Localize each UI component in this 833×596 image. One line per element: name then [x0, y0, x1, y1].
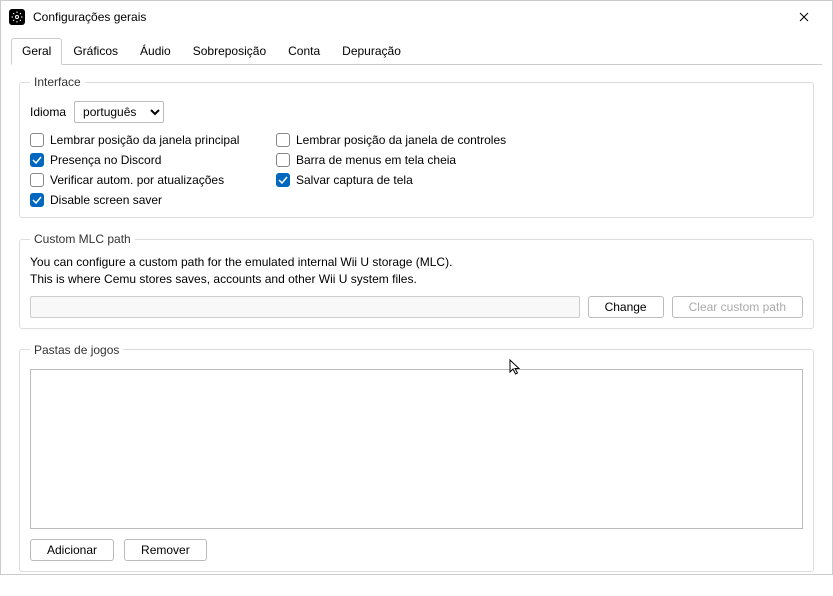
tab-2[interactable]: Áudio — [129, 38, 182, 65]
checkbox-item-6[interactable]: Disable screen saver — [30, 193, 270, 207]
checkbox-label: Presença no Discord — [50, 153, 161, 167]
tabs: GeralGráficosÁudioSobreposiçãoContaDepur… — [1, 38, 832, 65]
checkbox-icon — [276, 173, 290, 187]
tab-4[interactable]: Conta — [277, 38, 331, 65]
add-button[interactable]: Adicionar — [30, 539, 114, 561]
remove-button[interactable]: Remover — [124, 539, 207, 561]
mlc-desc-2: This is where Cemu stores saves, account… — [30, 271, 803, 288]
tab-1[interactable]: Gráficos — [62, 38, 129, 65]
change-button[interactable]: Change — [588, 296, 664, 318]
checkbox-label: Salvar captura de tela — [296, 173, 413, 187]
mlc-desc-1: You can configure a custom path for the … — [30, 254, 803, 271]
checkbox-grid: Lembrar posição da janela principal Lembr… — [30, 133, 803, 207]
checkbox-label: Disable screen saver — [50, 193, 162, 207]
checkbox-icon — [30, 133, 44, 147]
app-icon — [9, 9, 25, 25]
interface-legend: Interface — [30, 75, 85, 89]
checkbox-item-3[interactable]: Barra de menus em tela cheia — [276, 153, 803, 167]
close-button[interactable] — [784, 3, 824, 31]
mlc-legend: Custom MLC path — [30, 232, 135, 246]
interface-group: Interface Idioma português Lembrar posiç… — [19, 75, 814, 218]
checkbox-label: Verificar autom. por atualizações — [50, 173, 224, 187]
tab-5[interactable]: Depuração — [331, 38, 412, 65]
tab-0[interactable]: Geral — [11, 38, 62, 65]
checkbox-icon — [30, 193, 44, 207]
tab-3[interactable]: Sobreposição — [182, 38, 277, 65]
language-select[interactable]: português — [74, 101, 164, 123]
close-icon — [799, 12, 809, 22]
games-group: Pastas de jogos Adicionar Remover — [19, 343, 814, 572]
mlc-path-input[interactable] — [30, 296, 580, 318]
checkbox-item-0[interactable]: Lembrar posição da janela principal — [30, 133, 270, 147]
checkbox-icon — [30, 173, 44, 187]
titlebar: Configurações gerais — [1, 1, 832, 33]
checkbox-item-1[interactable]: Lembrar posição da janela de controles — [276, 133, 803, 147]
checkbox-label: Lembrar posição da janela de controles — [296, 133, 506, 147]
language-label: Idioma — [30, 105, 66, 119]
checkbox-label: Barra de menus em tela cheia — [296, 153, 456, 167]
clear-path-button: Clear custom path — [672, 296, 803, 318]
checkbox-item-2[interactable]: Presença no Discord — [30, 153, 270, 167]
checkbox-label: Lembrar posição da janela principal — [50, 133, 239, 147]
checkbox-item-5[interactable]: Salvar captura de tela — [276, 173, 803, 187]
games-listbox[interactable] — [30, 369, 803, 529]
checkbox-icon — [276, 153, 290, 167]
checkbox-item-4[interactable]: Verificar autom. por atualizações — [30, 173, 270, 187]
window-title: Configurações gerais — [33, 10, 784, 24]
checkbox-icon — [30, 153, 44, 167]
checkbox-icon — [276, 133, 290, 147]
games-legend: Pastas de jogos — [30, 343, 123, 357]
mlc-group: Custom MLC path You can configure a cust… — [19, 232, 814, 329]
